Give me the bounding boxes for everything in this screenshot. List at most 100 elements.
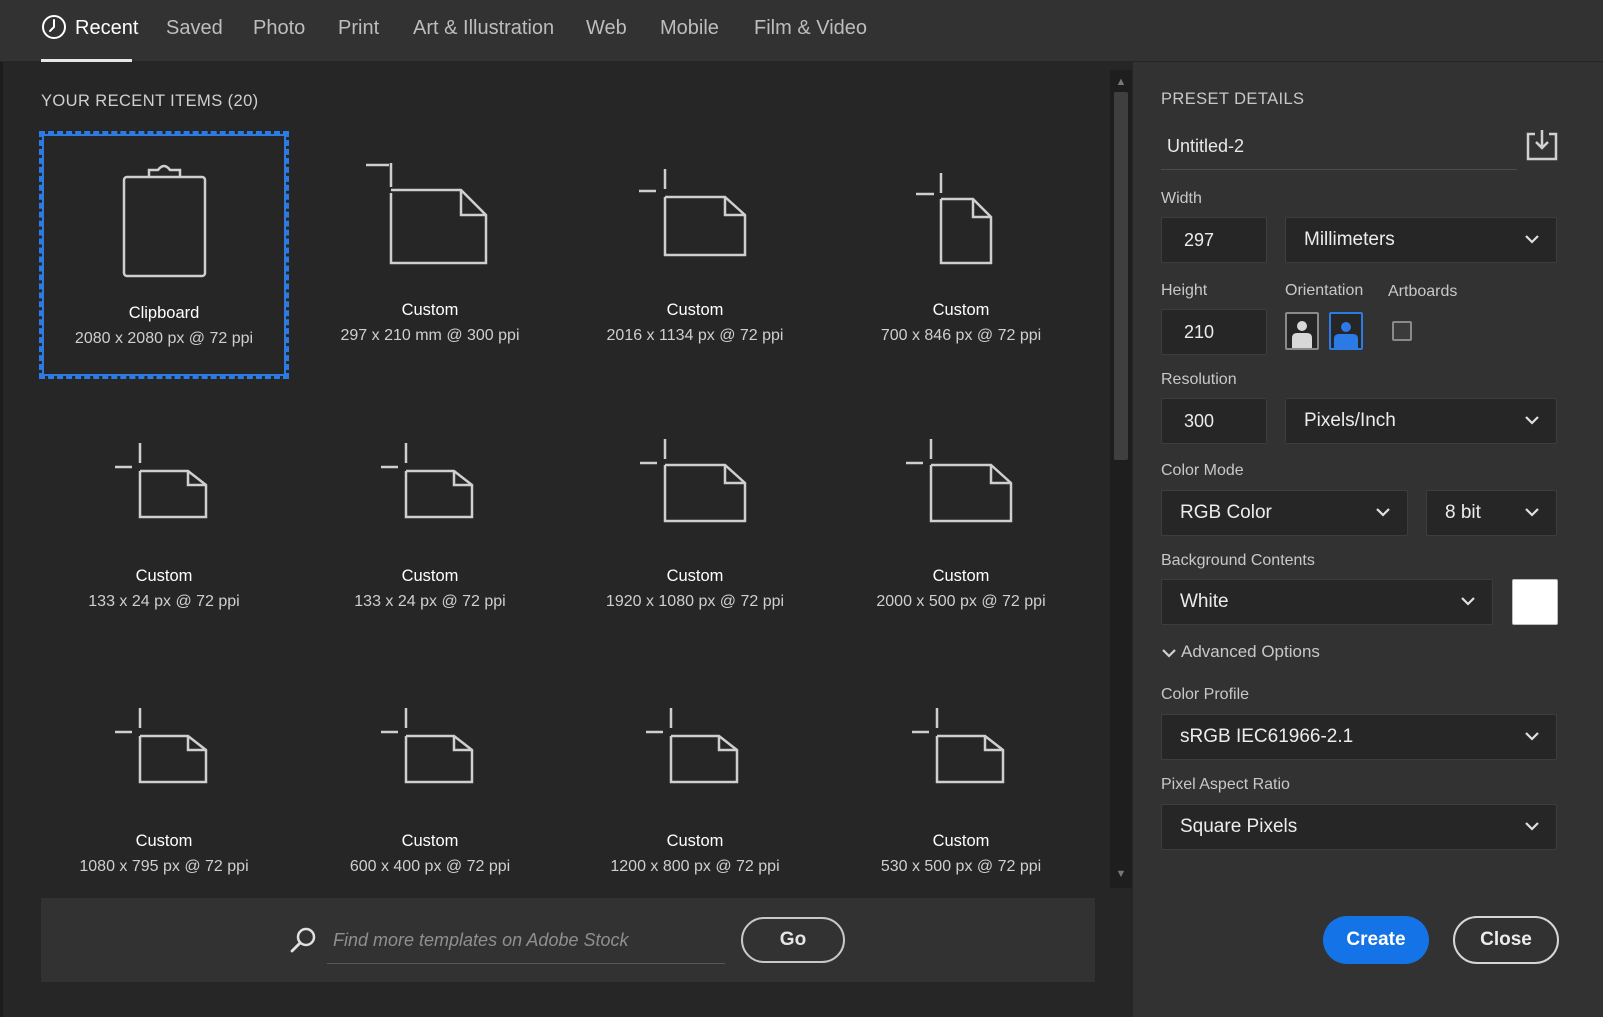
item-name: Custom xyxy=(932,832,990,850)
background-contents-value: White xyxy=(1180,591,1229,612)
color-profile-select[interactable]: sRGB IEC61966-2.1 xyxy=(1161,714,1557,760)
recent-item-card[interactable]: Clipboard 2080 x 2080 px @ 72 ppi xyxy=(39,131,289,379)
color-profile-label: Color Profile xyxy=(1161,686,1250,703)
pixel-aspect-ratio-label: Pixel Aspect Ratio xyxy=(1161,776,1290,793)
preset-details-title: PRESET DETAILS xyxy=(1161,90,1305,108)
document-name-input[interactable] xyxy=(1161,124,1517,170)
scroll-down-icon[interactable]: ▼ xyxy=(1115,868,1127,880)
background-contents-label: Background Contents xyxy=(1161,552,1315,569)
recent-item-card[interactable]: Custom 1200 x 800 px @ 72 ppi xyxy=(570,662,820,910)
recent-items-heading: YOUR RECENT ITEMS (20) xyxy=(41,92,259,111)
tab-film-video[interactable]: Film & Video xyxy=(754,0,867,62)
item-dims: 1200 x 800 px @ 72 ppi xyxy=(610,858,780,875)
portrait-orientation-button[interactable] xyxy=(1285,312,1319,350)
item-name: Custom xyxy=(666,301,724,319)
document-icon xyxy=(381,708,474,784)
bit-depth-select[interactable]: 8 bit xyxy=(1426,490,1557,536)
item-dims: 133 x 24 px @ 72 ppi xyxy=(88,593,240,610)
recent-item-card[interactable]: Custom 530 x 500 px @ 72 ppi xyxy=(836,662,1086,910)
bit-depth-value: 8 bit xyxy=(1445,502,1481,523)
document-icon xyxy=(115,443,208,519)
chevron-down-icon xyxy=(1525,822,1539,831)
search-icon xyxy=(290,927,316,953)
recent-item-card[interactable]: Custom 297 x 210 mm @ 300 ppi xyxy=(305,131,555,379)
create-button[interactable]: Create xyxy=(1323,916,1429,964)
pixel-aspect-ratio-select[interactable]: Square Pixels xyxy=(1161,804,1557,850)
width-input[interactable] xyxy=(1161,217,1267,263)
recent-item-card[interactable]: Custom 133 x 24 px @ 72 ppi xyxy=(305,397,555,645)
height-input[interactable] xyxy=(1161,309,1267,355)
pixel-aspect-ratio-value: Square Pixels xyxy=(1180,816,1298,837)
recent-item-card[interactable]: Custom 600 x 400 px @ 72 ppi xyxy=(305,662,555,910)
scroll-up-icon[interactable]: ▲ xyxy=(1115,76,1127,88)
tab-saved[interactable]: Saved xyxy=(166,0,223,62)
clock-icon xyxy=(42,14,66,39)
clipboard-icon xyxy=(122,164,207,278)
recent-item-card[interactable]: Custom 2016 x 1134 px @ 72 ppi xyxy=(570,131,820,379)
item-name: Custom xyxy=(401,567,459,585)
stock-search-input[interactable] xyxy=(327,918,725,964)
preset-details-panel: PRESET DETAILS Width Millimeters Height … xyxy=(1133,62,1603,1017)
item-name: Custom xyxy=(135,567,193,585)
tab-photo[interactable]: Photo xyxy=(253,0,305,62)
item-name: Custom xyxy=(932,301,990,319)
orientation-label: Orientation xyxy=(1285,282,1364,299)
stock-search-bar: Go xyxy=(41,898,1095,982)
chevron-down-icon xyxy=(1461,597,1475,606)
item-name: Clipboard xyxy=(128,304,200,322)
document-icon xyxy=(906,439,1013,523)
recent-items-pane: YOUR RECENT ITEMS (20) Clipboard 2080 x … xyxy=(0,62,1158,1017)
recent-items-count: (20) xyxy=(227,92,259,110)
item-dims: 297 x 210 mm @ 300 ppi xyxy=(340,327,520,344)
resolution-input[interactable] xyxy=(1161,398,1267,444)
advanced-options-label: Advanced Options xyxy=(1181,642,1320,661)
chevron-down-icon xyxy=(1376,508,1390,517)
color-profile-value: sRGB IEC61966-2.1 xyxy=(1180,726,1354,747)
artboards-checkbox[interactable] xyxy=(1392,321,1412,341)
item-name: Custom xyxy=(666,567,724,585)
close-button[interactable]: Close xyxy=(1453,916,1559,964)
recent-item-card[interactable]: Custom 1920 x 1080 px @ 72 ppi xyxy=(570,397,820,645)
background-color-swatch[interactable] xyxy=(1512,579,1558,625)
advanced-options-toggle[interactable]: Advanced Options xyxy=(1161,642,1320,662)
scrollbar-thumb[interactable] xyxy=(1114,92,1128,460)
item-dims: 133 x 24 px @ 72 ppi xyxy=(354,593,506,610)
item-name: Custom xyxy=(401,301,459,319)
item-name: Custom xyxy=(666,832,724,850)
recent-item-card[interactable]: Custom 2000 x 500 px @ 72 ppi xyxy=(836,397,1086,645)
color-mode-value: RGB Color xyxy=(1180,502,1272,523)
chevron-down-icon xyxy=(1525,416,1539,425)
item-dims: 2016 x 1134 px @ 72 ppi xyxy=(606,327,784,344)
chevron-down-icon xyxy=(1162,648,1176,658)
recent-item-card[interactable]: Custom 1080 x 795 px @ 72 ppi xyxy=(39,662,289,910)
color-mode-select[interactable]: RGB Color xyxy=(1161,490,1408,536)
recent-items-title: YOUR RECENT ITEMS xyxy=(41,92,223,110)
color-mode-label: Color Mode xyxy=(1161,462,1244,479)
go-button[interactable]: Go xyxy=(741,917,845,963)
document-icon xyxy=(381,443,474,519)
tab-recent[interactable]: Recent xyxy=(41,0,138,62)
recent-item-card[interactable]: Custom 133 x 24 px @ 72 ppi xyxy=(39,397,289,645)
resolution-unit-select[interactable]: Pixels/Inch xyxy=(1285,398,1557,444)
save-preset-icon[interactable] xyxy=(1525,128,1559,162)
tab-web[interactable]: Web xyxy=(586,0,627,62)
tab-mobile[interactable]: Mobile xyxy=(660,0,719,62)
item-dims: 1080 x 795 px @ 72 ppi xyxy=(79,858,249,875)
chevron-down-icon xyxy=(1525,508,1539,517)
tab-art-illustration[interactable]: Art & Illustration xyxy=(413,0,554,62)
item-dims: 600 x 400 px @ 72 ppi xyxy=(349,858,511,875)
item-dims: 2000 x 500 px @ 72 ppi xyxy=(876,593,1046,610)
recent-item-card[interactable]: Custom 700 x 846 px @ 72 ppi xyxy=(836,131,1086,379)
item-dims: 1920 x 1080 px @ 72 ppi xyxy=(605,593,785,610)
category-tab-bar: Recent Saved Photo Print Art & Illustrat… xyxy=(0,0,1603,62)
item-name: Custom xyxy=(932,567,990,585)
height-label: Height xyxy=(1161,282,1208,299)
landscape-orientation-button[interactable] xyxy=(1329,312,1363,350)
item-name: Custom xyxy=(401,832,459,850)
document-icon xyxy=(646,708,739,784)
width-unit-select[interactable]: Millimeters xyxy=(1285,217,1557,263)
width-unit-value: Millimeters xyxy=(1304,229,1395,250)
tab-print[interactable]: Print xyxy=(338,0,379,62)
document-icon xyxy=(912,708,1005,784)
background-contents-select[interactable]: White xyxy=(1161,579,1493,625)
